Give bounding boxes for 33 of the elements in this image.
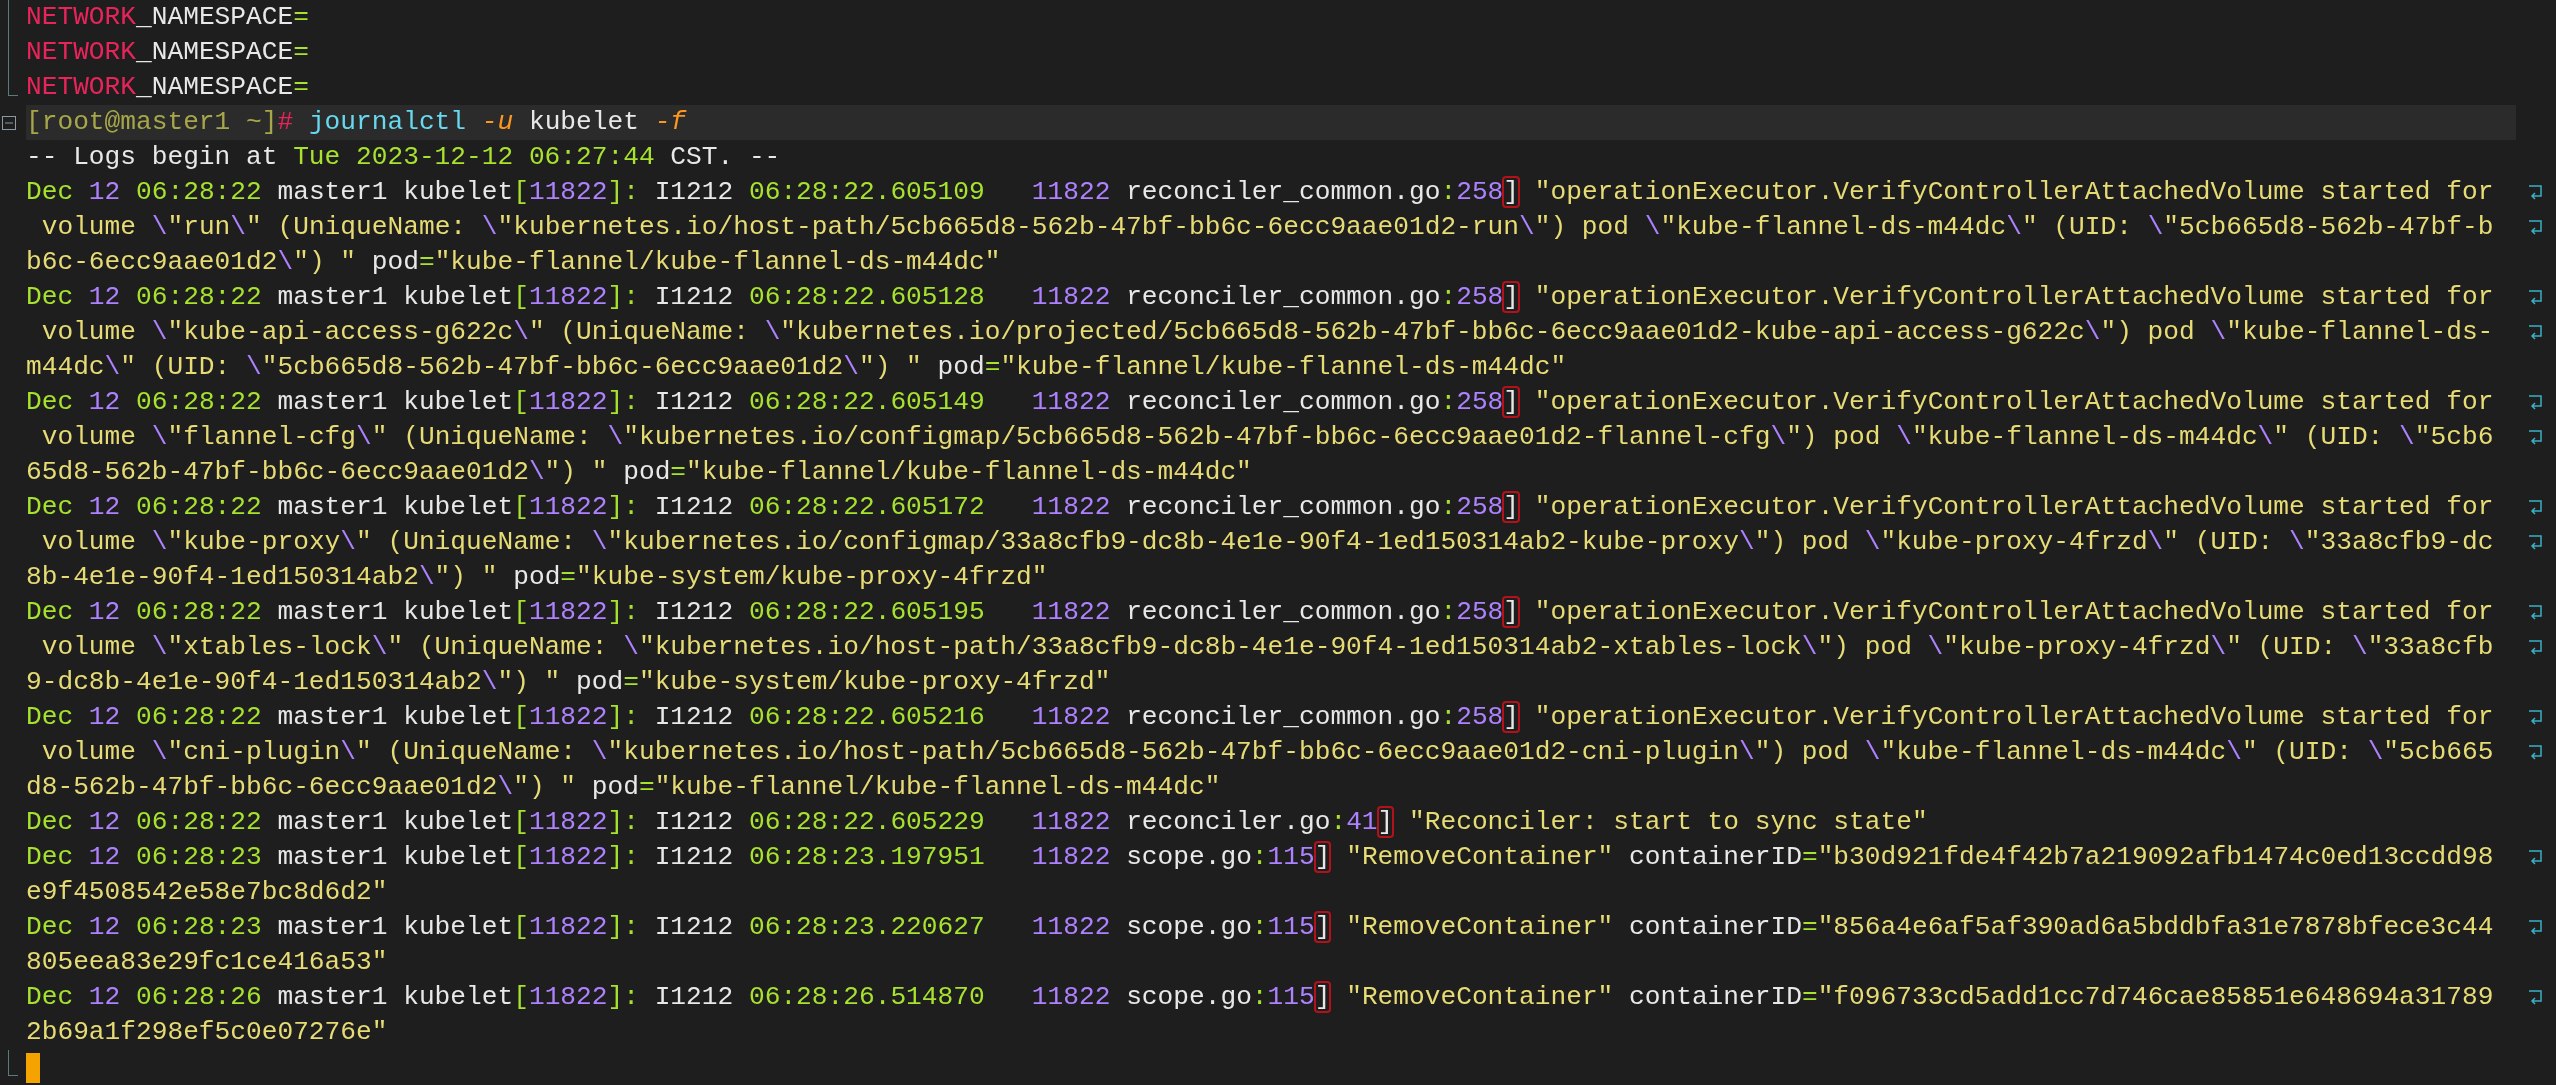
terminal-line: volume \"xtables-lock\" (UniqueName: \"kubernetes.io/host-path/33a8cfb9-dc8b-4e1e-90f4-1ed150314ab2-xtables-lock\") pod \"kube-proxy-4frzd\" (UID: \"33a8cfb — [40, 631, 2494, 664]
terminal-line: Dec 12 06:28:22 master1 kubelet[11822]: I1212 06:28:22.605216 11822 reconciler_common.go:258] "operationExecutor.VerifyControllerAttachedVolume started for — [26, 701, 2494, 734]
terminal-line: NETWORK_NAMESPACE= — [26, 36, 309, 69]
terminal-line: m44dc\" (UID: \"5cb665d8-562b-47bf-bb6c-6ecc9aae01d2\") " pod="kube-flannel/kube-flannel-ds-m44dc" — [26, 351, 1567, 384]
terminal-line: volume \"flannel-cfg\" (UniqueName: \"kubernetes.io/configmap/5cb665d8-562b-47bf-bb6c-6ecc9aae01d2-flannel-cfg\") pod \"kube-flannel-ds-m44dc\" (UID: \"5cb6 — [40, 421, 2494, 454]
terminal-line: 2b69a1f298ef5c0e07276e" — [26, 1016, 388, 1049]
terminal-line: 8b-4e1e-90f4-1ed150314ab2\") " pod="kube-system/kube-proxy-4frzd" — [26, 561, 1048, 594]
terminal-line: volume \"kube-api-access-g622c\" (UniqueName: \"kubernetes.io/projected/5cb665d8-562b-47bf-bb6c-6ecc9aae01d2-kube-api-access-g622c\") pod \"kube-flannel-ds- — [40, 316, 2494, 349]
terminal-line: volume \"run\" (UniqueName: \"kubernetes.io/host-path/5cb665d8-562b-47bf-bb6c-6ecc9aae01d2-run\") pod \"kube-flannel-ds-m44dc\" (UID: \"5cb665d8-562b-47bf-b — [40, 211, 2494, 244]
terminal-line: Dec 12 06:28:22 master1 kubelet[11822]: I1212 06:28:22.605229 11822 reconciler.go:41] "Reconciler: start to sync state" — [26, 806, 1928, 839]
tree-guide-corner — [8, 1050, 18, 1076]
terminal-line: volume \"kube-proxy\" (UniqueName: \"kubernetes.io/configmap/33a8cfb9-dc8b-4e1e-90f4-1ed150314ab2-kube-proxy\") pod \"kube-proxy-4frzd\" (UID: \"33a8cfb9-dc — [40, 526, 2494, 559]
tree-guide-corner — [8, 70, 18, 96]
terminal-line: 9-dc8b-4e1e-90f4-1ed150314ab2\") " pod="kube-system/kube-proxy-4frzd" — [26, 666, 1111, 699]
terminal-line: volume \"cni-plugin\" (UniqueName: \"kubernetes.io/host-path/5cb665d8-562b-47bf-bb6c-6ecc9aae01d2-cni-plugin\") pod \"kube-flannel-ds-m44dc\" (UID: \"5cb665 — [40, 736, 2494, 769]
terminal-line: Dec 12 06:28:22 master1 kubelet[11822]: I1212 06:28:22.605172 11822 reconciler_common.go:258] "operationExecutor.VerifyControllerAttachedVolume started for — [26, 491, 2494, 524]
terminal-line: Dec 12 06:28:23 master1 kubelet[11822]: I1212 06:28:23.197951 11822 scope.go:115] "RemoveContainer" containerID="b30d921fde4f42b7a219092afb1474c0ed13ccdd98 — [26, 841, 2494, 874]
terminal-line: d8-562b-47bf-bb6c-6ecc9aae01d2\") " pod="kube-flannel/kube-flannel-ds-m44dc" — [26, 771, 1221, 804]
terminal-line: 805eea83e29fc1ce416a53" — [26, 946, 388, 979]
terminal-line: NETWORK_NAMESPACE= — [26, 71, 309, 104]
terminal-line: [root@master1 ~]# journalctl -u kubelet -f — [26, 106, 687, 139]
terminal-line: Dec 12 06:28:23 master1 kubelet[11822]: I1212 06:28:23.220627 11822 scope.go:115] "RemoveContainer" containerID="856a4e6af5af390ad6a5bddbfa31e7878bfece3c44 — [26, 911, 2494, 944]
terminal-line: -- Logs begin at Tue 2023-12-12 06:27:44 CST. -- — [26, 141, 781, 174]
terminal-line: Dec 12 06:28:22 master1 kubelet[11822]: I1212 06:28:22.605195 11822 reconciler_common.go:258] "operationExecutor.VerifyControllerAttachedVolume started for — [26, 596, 2494, 629]
terminal-line: 65d8-562b-47bf-bb6c-6ecc9aae01d2\") " pod="kube-flannel/kube-flannel-ds-m44dc" — [26, 456, 1252, 489]
terminal-line: Dec 12 06:28:26 master1 kubelet[11822]: I1212 06:28:26.514870 11822 scope.go:115] "RemoveContainer" containerID="f096733cd5add1cc7d746cae85851e648694a31789 — [26, 981, 2494, 1014]
terminal-line: Dec 12 06:28:22 master1 kubelet[11822]: I1212 06:28:22.605128 11822 reconciler_common.go:258] "operationExecutor.VerifyControllerAttachedVolume started for — [26, 281, 2494, 314]
collapse-icon[interactable] — [2, 115, 16, 130]
terminal-line: NETWORK_NAMESPACE= — [26, 1, 309, 34]
terminal-line: Dec 12 06:28:22 master1 kubelet[11822]: I1212 06:28:22.605109 11822 reconciler_common.go:258] "operationExecutor.VerifyControllerAttachedVolume started for — [26, 176, 2494, 209]
terminal-line: e9f4508542e58e7bc8d6d2" — [26, 876, 388, 909]
terminal-line: Dec 12 06:28:22 master1 kubelet[11822]: I1212 06:28:22.605149 11822 reconciler_common.go:258] "operationExecutor.VerifyControllerAttachedVolume started for — [26, 386, 2494, 419]
terminal-line: b6c-6ecc9aae01d2\") " pod="kube-flannel/kube-flannel-ds-m44dc" — [26, 246, 1001, 279]
